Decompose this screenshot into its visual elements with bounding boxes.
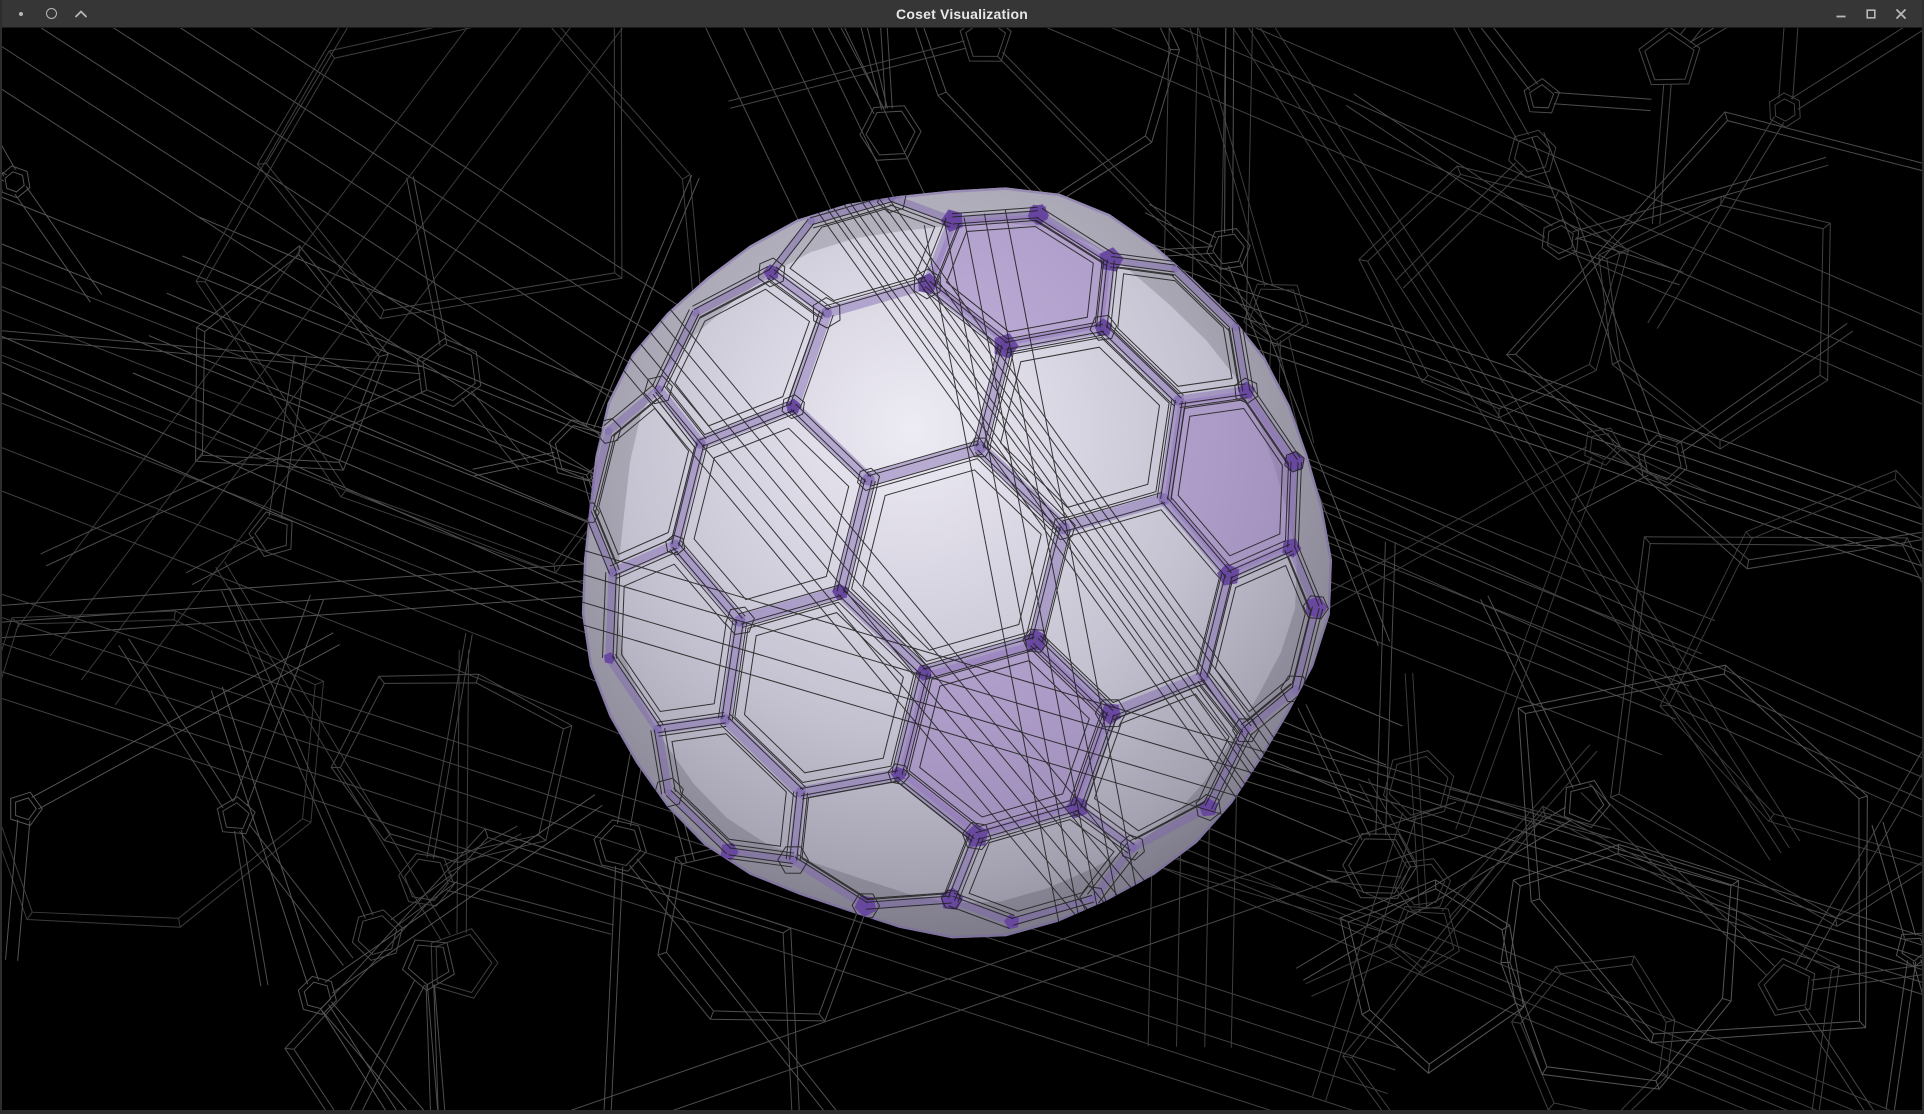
scene-canvas[interactable] bbox=[2, 27, 1922, 1110]
menu-dot-icon[interactable] bbox=[6, 0, 36, 27]
viewport[interactable] bbox=[2, 27, 1922, 1110]
window-bottom-border bbox=[2, 1110, 1922, 1114]
titlebar[interactable]: Coset Visualization bbox=[2, 0, 1922, 27]
maximize-icon[interactable] bbox=[1856, 0, 1886, 27]
maximize-glyph bbox=[1865, 8, 1877, 20]
dot-glyph bbox=[19, 12, 23, 16]
window-title: Coset Visualization bbox=[2, 6, 1922, 22]
circle-glyph bbox=[46, 8, 57, 19]
minimize-icon[interactable] bbox=[1826, 0, 1856, 27]
circle-icon[interactable] bbox=[36, 0, 66, 27]
titlebar-left-controls bbox=[6, 0, 96, 27]
app-window: Coset Visualization bbox=[0, 0, 1924, 1114]
titlebar-right-controls bbox=[1826, 0, 1916, 27]
close-icon[interactable] bbox=[1886, 0, 1916, 27]
chevron-up-glyph bbox=[74, 8, 88, 20]
chevron-up-icon[interactable] bbox=[66, 0, 96, 27]
close-glyph bbox=[1895, 8, 1907, 20]
minimize-glyph bbox=[1835, 8, 1847, 20]
